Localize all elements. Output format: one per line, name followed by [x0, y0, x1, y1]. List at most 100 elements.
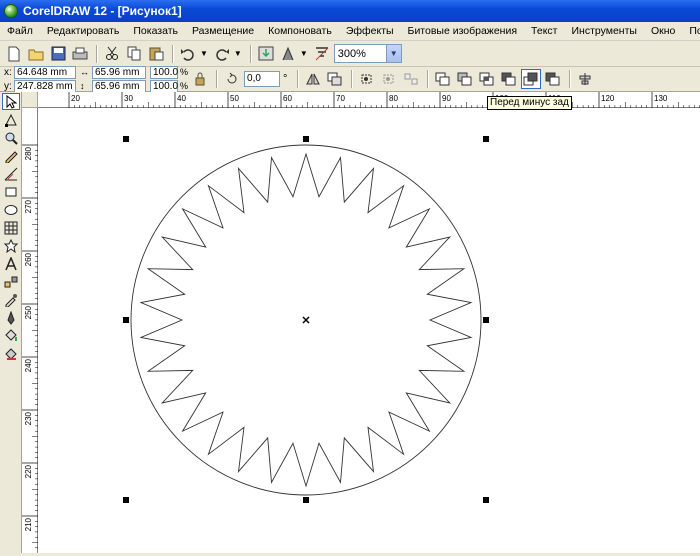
ruler-label: 80 [389, 94, 398, 103]
intersect-icon[interactable] [477, 69, 497, 89]
rectangle-tool-icon[interactable] [2, 183, 20, 200]
property-bar: x: 64.648 mm y: 247.828 mm ↔ 65.96 mm ↕ 65.9… [0, 65, 700, 93]
save-icon[interactable] [48, 44, 68, 64]
interactive-blend-icon[interactable] [2, 273, 20, 290]
combine-icon[interactable] [357, 69, 377, 89]
chevron-down-icon[interactable]: ▼ [385, 45, 401, 62]
center-marker-icon[interactable] [302, 316, 310, 324]
menu-tools[interactable]: Инструменты [564, 22, 643, 41]
zoom-level-combobox[interactable]: 300% ▼ [333, 44, 402, 63]
group-icon[interactable] [325, 69, 345, 89]
print-icon[interactable] [70, 44, 90, 64]
break-apart-icon[interactable] [379, 69, 399, 89]
handle-bottom-center[interactable] [303, 497, 309, 503]
degree-label: ° [283, 73, 288, 85]
title-bar: CorelDRAW 12 - [Рисунок1] [0, 0, 700, 22]
height-field[interactable]: 65.96 mm [92, 79, 146, 93]
handle-top-center[interactable] [303, 136, 309, 142]
import-icon[interactable] [256, 44, 276, 64]
ellipse-tool-icon[interactable] [2, 201, 20, 218]
back-minus-front-icon[interactable] [543, 69, 563, 89]
copy-icon[interactable] [124, 44, 144, 64]
fill-bucket-icon[interactable] [2, 327, 20, 344]
ruler-label: 40 [177, 94, 186, 103]
horizontal-ruler[interactable]: 2030405060708090100110120130 [38, 92, 700, 108]
pick-tool-icon[interactable] [2, 93, 20, 110]
weld-icon[interactable] [433, 69, 453, 89]
handle-bottom-right[interactable] [483, 497, 489, 503]
toolbar-separator [249, 44, 252, 63]
y-position-field[interactable]: 247.828 mm [14, 79, 76, 93]
width-icon: ↔ [80, 67, 89, 77]
scale-y-field[interactable]: 100.0 [150, 79, 178, 93]
ruler-label: 260 [24, 252, 33, 266]
handle-middle-left[interactable] [123, 317, 129, 323]
toolbar-separator [569, 70, 572, 88]
front-minus-back-icon[interactable] [521, 69, 542, 89]
ruler-label: 130 [654, 94, 668, 103]
menu-window[interactable]: Окно [644, 22, 682, 41]
x-position-field[interactable]: 64.648 mm [14, 65, 76, 79]
menu-file[interactable]: Файл [0, 22, 40, 41]
toolbar-separator [96, 44, 98, 63]
scale-x-field[interactable]: 100.0 [150, 65, 178, 79]
ruler-label: 230 [24, 411, 33, 425]
outline-pen-icon[interactable] [2, 309, 20, 326]
menu-arrange[interactable]: Компоновать [261, 22, 339, 41]
menu-effects[interactable]: Эффекты [339, 22, 401, 41]
ruler-label: 250 [24, 305, 33, 319]
toolbox [0, 92, 22, 553]
export-dropdown-icon[interactable]: ▼ [300, 49, 308, 58]
ruler-corner[interactable] [22, 92, 38, 108]
app-launcher-icon[interactable] [312, 44, 332, 64]
eyedropper-icon[interactable] [2, 291, 20, 308]
open-icon[interactable] [26, 44, 46, 64]
ungroup-all-icon[interactable] [401, 69, 421, 89]
lock-ratio-icon[interactable] [190, 69, 210, 89]
toolbar-separator [427, 70, 430, 88]
menu-layout[interactable]: Размещение [185, 22, 261, 41]
handle-bottom-left[interactable] [123, 497, 129, 503]
ruler-label: 60 [283, 94, 292, 103]
smart-fill-icon[interactable] [2, 165, 20, 182]
paste-icon[interactable] [146, 44, 166, 64]
menu-bitmaps[interactable]: Битовые изображения [401, 22, 524, 41]
redo-icon[interactable] [212, 44, 232, 64]
redo-dropdown-icon[interactable]: ▼ [234, 49, 242, 58]
horizontal-ruler-ticks: 2030405060708090100110120130 [68, 92, 700, 108]
handle-top-left[interactable] [123, 136, 129, 142]
cut-icon[interactable] [102, 44, 122, 64]
vertical-ruler[interactable]: 280 270 260 250 240 230 220 210 [22, 108, 38, 553]
shape-tool-icon[interactable] [2, 111, 20, 128]
simplify-icon[interactable] [499, 69, 519, 89]
menu-view[interactable]: Показать [126, 22, 185, 41]
ruler-label: 90 [442, 94, 451, 103]
menu-help[interactable]: Помощь [682, 22, 700, 41]
height-icon: ↕ [80, 81, 85, 91]
undo-icon[interactable] [178, 44, 198, 64]
drawing-canvas[interactable] [38, 108, 700, 553]
interactive-fill-icon[interactable] [2, 345, 20, 362]
export-icon[interactable] [278, 44, 298, 64]
width-field[interactable]: 65.96 mm [92, 65, 146, 79]
text-tool-icon[interactable] [2, 255, 20, 272]
rotation-field[interactable]: 0,0 [244, 71, 281, 87]
position-fields: x: 64.648 mm y: 247.828 mm [4, 65, 76, 93]
star-tool-icon[interactable] [2, 237, 20, 254]
zoom-tool-icon[interactable] [2, 129, 20, 146]
mirror-icon[interactable] [303, 69, 323, 89]
handle-middle-right[interactable] [483, 317, 489, 323]
undo-dropdown-icon[interactable]: ▼ [200, 49, 208, 58]
handle-top-right[interactable] [483, 136, 489, 142]
freehand-tool-icon[interactable] [2, 147, 20, 164]
menu-text[interactable]: Текст [524, 22, 564, 41]
ruler-label: 220 [24, 464, 33, 478]
window-title: CorelDRAW 12 - [Рисунок1] [23, 4, 182, 18]
graph-paper-icon[interactable] [2, 219, 20, 236]
new-icon[interactable] [4, 44, 24, 64]
align-distribute-icon[interactable] [575, 69, 595, 89]
vertical-ruler-ticks: 280 270 260 250 240 230 220 210 [22, 144, 38, 549]
x-label: x: [4, 66, 12, 78]
menu-edit[interactable]: Редактировать [40, 22, 127, 41]
trim-icon[interactable] [455, 69, 475, 89]
